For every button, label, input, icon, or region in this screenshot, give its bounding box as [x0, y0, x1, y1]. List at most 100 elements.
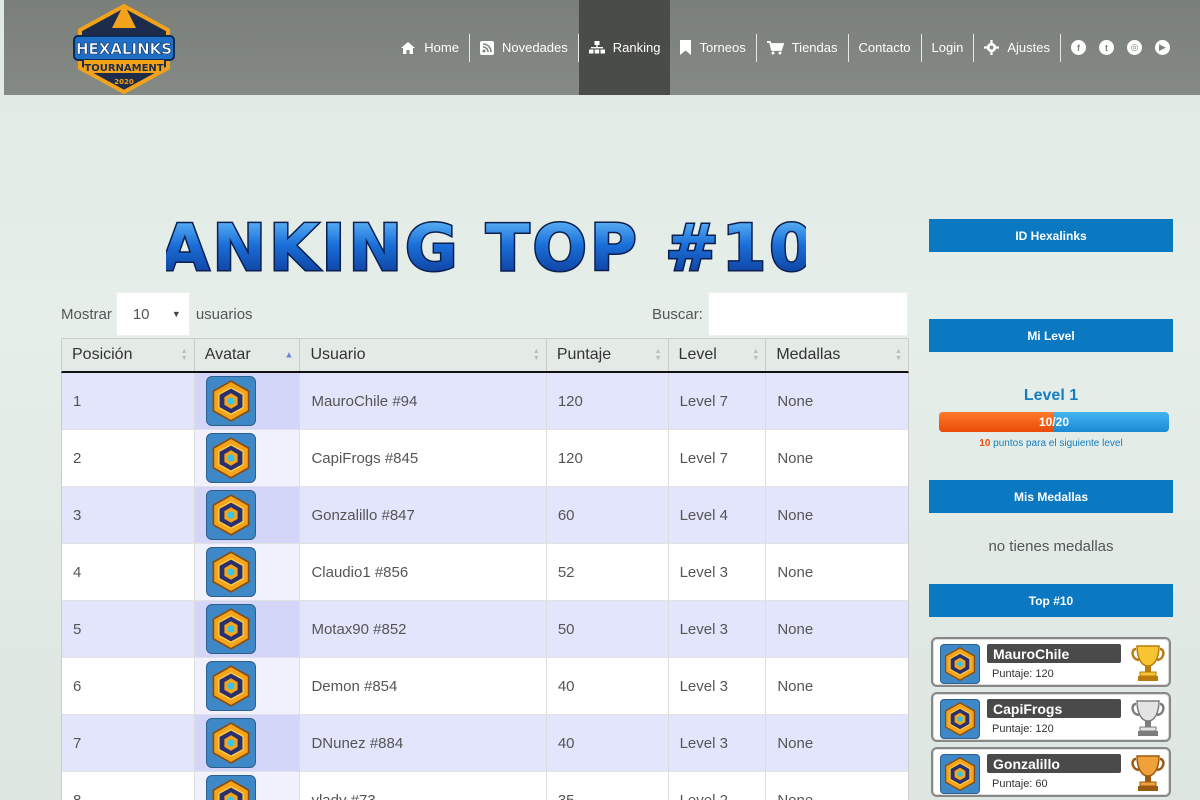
- social-links: f t ◎ ▶: [1061, 40, 1200, 55]
- avatar: [940, 699, 980, 739]
- table-row[interactable]: 2 CapiFrogs #845 120 Level 7 None: [61, 430, 909, 487]
- nav-ajustes[interactable]: Ajustes: [974, 0, 1060, 95]
- table-row[interactable]: 5 Motax90 #852 50 Level 3 None: [61, 601, 909, 658]
- table-header: Posición ▲ ▼ Avatar ▲ Usuario ▲ ▼ Puntaje ▲ ▼ L…: [61, 338, 909, 373]
- col-medallas[interactable]: Medallas ▲ ▼: [766, 339, 908, 371]
- top10-card[interactable]: CapiFrogs Puntaje: 120: [931, 692, 1171, 742]
- cell-medals: None: [777, 563, 814, 581]
- cell-score: 120: [547, 430, 669, 486]
- col-level[interactable]: Level ▲ ▼: [669, 339, 767, 371]
- no-medals-text: no tienes medallas: [988, 538, 1114, 555]
- level-note: 10 puntos para el siguiente level: [929, 438, 1173, 449]
- nav-login-label: Login: [931, 40, 964, 55]
- nav-novedades[interactable]: Novedades: [470, 0, 578, 95]
- page-length-control: Mostrar 10 ▼ usuarios: [61, 292, 253, 336]
- level-name: Level 1: [1023, 387, 1079, 404]
- col-usuario[interactable]: Usuario ▲ ▼: [300, 339, 547, 371]
- top10-card[interactable]: MauroChile Puntaje: 120: [931, 637, 1171, 687]
- cell-avatar: [194, 487, 301, 543]
- table-row[interactable]: 6 Demon #854 40 Level 3 None: [61, 658, 909, 715]
- avatar: [205, 718, 256, 768]
- cell-user: DNunez #884: [300, 715, 547, 771]
- table-row[interactable]: 4 Claudio1 #856 52 Level 3 None: [61, 544, 909, 601]
- table-row[interactable]: 8 vlady #73 35 Level 2 None: [61, 772, 909, 800]
- top10-name: MauroChile: [987, 644, 1121, 663]
- id-hexalinks-header: ID Hexalinks: [929, 219, 1173, 252]
- table-row[interactable]: 1 MauroChile #94 120 Level 7 None: [61, 373, 909, 430]
- nav-ranking-label: Ranking: [612, 40, 661, 55]
- top10-card[interactable]: Gonzalillo Puntaje: 60: [931, 747, 1171, 797]
- search-control: Buscar:: [652, 292, 908, 336]
- nav-contacto[interactable]: Contacto: [849, 0, 921, 95]
- cell-position: 8: [62, 772, 195, 800]
- page-title: RANKING TOP #100: [106, 208, 863, 288]
- cell-avatar: [194, 430, 301, 486]
- top10-name: CapiFrogs: [987, 699, 1121, 718]
- facebook-icon[interactable]: f: [1071, 40, 1086, 55]
- sort-icon: ▲ ▼: [180, 348, 188, 362]
- search-label: Buscar:: [652, 305, 703, 323]
- cell-score: 40: [547, 715, 669, 771]
- chevron-down-icon: ▼: [171, 309, 181, 319]
- nav-ranking[interactable]: Ranking: [578, 0, 671, 95]
- nav-ajustes-label: Ajustes: [1007, 40, 1050, 55]
- cell-position: 3: [62, 487, 195, 543]
- cell-medals: None: [777, 620, 814, 638]
- gold-trophy-icon: [1131, 643, 1165, 683]
- cell-score: 52: [547, 544, 669, 600]
- avatar: [205, 775, 256, 800]
- cart-icon: [766, 40, 784, 55]
- col-posicion[interactable]: Posición ▲ ▼: [62, 339, 195, 371]
- sitemap-icon: [588, 41, 605, 54]
- cell-level: Level 4: [669, 487, 767, 543]
- table-body: 1 MauroChile #94 120 Level 7 None 2 CapiFrogs …: [61, 373, 909, 800]
- cell-avatar: [194, 373, 301, 429]
- nav-login[interactable]: Login: [922, 0, 974, 95]
- search-input[interactable]: [707, 292, 908, 336]
- nav-torneos[interactable]: Torneos: [670, 0, 755, 95]
- cell-medals: None: [777, 791, 814, 800]
- nav-home-label: Home: [424, 40, 459, 55]
- instagram-icon[interactable]: ◎: [1127, 40, 1142, 55]
- top10-header: Top #10: [929, 584, 1173, 617]
- nav-tiendas-label: Tiendas: [791, 40, 838, 55]
- twitter-icon[interactable]: t: [1099, 40, 1114, 55]
- avatar: [205, 547, 256, 597]
- nav-contacto-label: Contacto: [858, 40, 911, 55]
- cell-user: MauroChile #94: [300, 373, 547, 429]
- table-row[interactable]: 3 Gonzalillo #847 60 Level 4 None: [61, 487, 909, 544]
- page-length-select[interactable]: 10 ▼: [115, 292, 190, 336]
- mis-medallas-header: Mis Medallas: [929, 480, 1173, 513]
- avatar: [205, 604, 256, 654]
- col-puntaje[interactable]: Puntaje ▲ ▼: [547, 339, 669, 371]
- sort-asc-icon: ▲: [284, 349, 294, 360]
- youtube-icon[interactable]: ▶: [1155, 40, 1170, 55]
- cell-score: 120: [547, 373, 669, 429]
- sort-icon: ▲ ▼: [895, 348, 902, 362]
- cell-level: Level 2: [669, 772, 767, 800]
- silver-trophy-icon: [1131, 698, 1165, 738]
- bookmark-icon: [680, 40, 692, 55]
- top-navbar: HEXALINKS TOURNAMENT 2020 Home Novedades…: [4, 0, 1200, 95]
- page-length-value: 10: [132, 305, 150, 323]
- cell-user: vlady #73: [300, 772, 547, 800]
- svg-text:2020: 2020: [114, 78, 134, 86]
- hexalinks-logo[interactable]: HEXALINKS TOURNAMENT 2020: [72, 2, 176, 95]
- cell-level: Level 7: [669, 430, 767, 486]
- level-note-number: 10: [979, 438, 991, 449]
- nav-home[interactable]: Home: [390, 0, 469, 95]
- nav-torneos-label: Torneos: [699, 40, 746, 55]
- col-avatar[interactable]: Avatar ▲: [195, 339, 301, 371]
- level-note-text: puntos para el siguiente level: [990, 438, 1123, 449]
- nav-tiendas[interactable]: Tiendas: [757, 0, 848, 95]
- mi-level-header: Mi Level: [929, 319, 1173, 352]
- top10-points: Puntaje: 120: [992, 723, 1054, 735]
- bronze-trophy-icon: [1131, 753, 1165, 793]
- avatar: [205, 376, 256, 426]
- cell-avatar: [194, 544, 301, 600]
- cell-medals: None: [777, 734, 814, 752]
- table-row[interactable]: 7 DNunez #884 40 Level 3 None: [61, 715, 909, 772]
- cell-position: 2: [62, 430, 195, 486]
- cell-user: Motax90 #852: [300, 601, 547, 657]
- main-nav: Home Novedades Ranking Torneos Tiendas C…: [390, 0, 1200, 95]
